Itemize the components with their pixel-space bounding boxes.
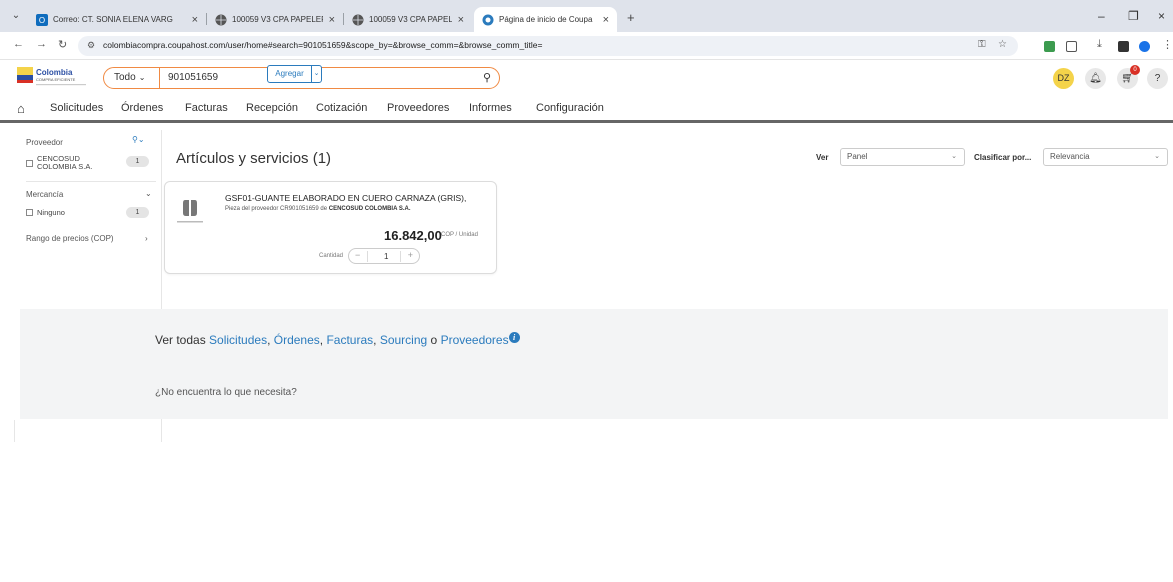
quantity-input[interactable]: 1 [384,252,388,261]
nav-orders[interactable]: Órdenes [121,102,163,114]
item-supplier-line: Pieza del proveedor CR901051659 de CENCO… [225,206,411,212]
sort-label: Clasificar por... [974,153,1032,162]
user-avatar[interactable]: DZ [1053,68,1074,89]
item-thumbnail[interactable] [175,194,205,228]
coupa-icon [482,14,494,25]
chevron-down-icon: ⌄ [138,73,146,82]
chevron-right-icon[interactable]: › [145,234,148,243]
close-icon[interactable]: × [603,14,609,26]
item-title[interactable]: GSF01-GUANTE ELABORADO EN CUERO CARNAZA … [225,193,466,203]
not-found-text: ¿No encuentra lo que necesita? [155,387,297,398]
filter-price-range-title[interactable]: Rango de precios (COP) [26,234,114,243]
browser-tab-papeleria-1[interactable]: 100059 V3 CPA PAPELERIA 19 × [207,7,343,32]
search-help-panel [20,309,1168,419]
browser-tab-coupa[interactable]: Página de inicio de Coupa × [474,7,617,32]
globe-icon [215,14,227,25]
svg-text:O: O [39,16,45,25]
close-icon[interactable]: × [192,14,198,26]
sidepanel-icon[interactable] [1118,41,1129,52]
restore-icon[interactable]: ❐ [1128,9,1139,23]
tab-search-icon[interactable]: ⌄ [8,9,24,23]
browser-tab-mail[interactable]: O Correo: CT. SONIA ELENA VARG × [28,7,206,32]
nav-sourcing[interactable]: Cotización [316,102,367,114]
link-suppliers[interactable]: Proveedores [441,333,509,347]
forward-icon[interactable]: → [36,38,47,50]
globe-icon [352,14,364,25]
nav-setup[interactable]: Configuración [536,102,604,114]
close-icon[interactable]: × [329,14,335,26]
nav-suppliers[interactable]: Proveedores [387,102,449,114]
add-options-dropdown[interactable]: ⌄ [311,65,322,83]
view-all-line: Ver todas Solicitudes, Órdenes, Facturas… [155,332,520,347]
item-price: 16.842,00 [384,228,442,243]
menu-dots-icon[interactable]: ⋮ [1162,38,1173,51]
item-card[interactable]: GSF01-GUANTE ELABORADO EN CUERO CARNAZA … [164,181,497,274]
quantity-stepper[interactable]: − 1 + [348,248,420,264]
nav-receiving[interactable]: Recepción [246,102,298,114]
download-icon[interactable]: ⤓ [1097,38,1102,51]
site-info-icon[interactable]: ⚙ [87,40,95,51]
search-icon[interactable]: ⚲ [483,71,491,84]
search-scope-dropdown[interactable]: Todo ⌄ [104,68,160,88]
minimize-icon[interactable]: – [1098,9,1105,23]
nav-invoices[interactable]: Facturas [185,102,228,114]
quantity-label: Cantidad [319,253,344,259]
notifications-bell-icon[interactable]: 🔔︎ [1085,68,1106,89]
checkbox[interactable] [26,159,33,167]
chevron-down-icon: ⌄ [1154,153,1160,160]
nav-reports[interactable]: Informes [469,102,512,114]
filter-search-icon[interactable]: ⚲⌄ [132,135,145,144]
cart-count-badge: 0 [1130,65,1140,75]
sort-select[interactable]: Relevancia ⌄ [1043,148,1168,166]
profile-icon[interactable] [1139,41,1150,52]
nav-requisitions[interactable]: Solicitudes [50,102,103,114]
link-requisitions[interactable]: Solicitudes [209,333,267,347]
browser-toolbar: ← → ↻ ⚙ colombiacompra.coupahost.com/use… [0,32,1173,60]
main-navigation: ⌂ Solicitudes Órdenes Facturas Recepción… [0,96,1173,123]
colombia-compra-logo[interactable]: Colombia COMPRA EFICIENTE [17,65,87,91]
close-window-icon[interactable]: × [1158,9,1165,23]
extension-icon[interactable] [1044,41,1055,52]
close-icon[interactable]: × [458,14,464,26]
address-bar[interactable]: ⚙ colombiacompra.coupahost.com/user/home… [78,36,1018,56]
outlook-icon: O [36,13,48,26]
chevron-down-icon: ⌄ [951,153,957,160]
app-header: Colombia COMPRA EFICIENTE Todo ⌄ 90105165… [0,60,1173,96]
reload-icon[interactable]: ↻ [58,38,67,51]
view-select[interactable]: Panel ⌄ [840,148,965,166]
checkbox[interactable] [26,209,33,216]
item-unit: COP / Unidad [441,232,478,238]
back-icon[interactable]: ← [13,38,24,50]
filter-commodity-option[interactable]: Ninguno [26,208,65,217]
bookmark-star-icon[interactable]: ☆ [998,39,1007,50]
link-orders[interactable]: Órdenes [274,333,320,347]
increment-button[interactable]: + [408,250,413,260]
filter-supplier-option[interactable]: CENCOSUD COLOMBIA S.A. [26,155,106,171]
filter-count-badge: 1 [126,156,149,167]
search-input[interactable]: 901051659 [168,68,218,88]
new-tab-icon[interactable]: + [627,10,635,25]
url-text[interactable]: colombiacompra.coupahost.com/user/home#s… [103,40,542,50]
filter-commodity-title: Mercancía [26,190,64,199]
add-to-cart-button[interactable]: Agregar [267,65,312,83]
link-sourcing[interactable]: Sourcing [380,333,427,347]
key-icon[interactable]: ⚿ [978,39,986,50]
filter-count-badge: 1 [126,207,149,218]
decrement-button[interactable]: − [355,250,360,260]
info-icon[interactable]: i [508,332,520,343]
view-label: Ver [816,153,829,162]
chevron-down-icon[interactable]: ⌄ [145,189,152,198]
link-invoices[interactable]: Facturas [326,333,373,347]
filter-supplier-title: Proveedor [26,138,63,147]
help-button[interactable]: ? [1147,68,1168,89]
browser-tab-papeleria-2[interactable]: 100059 V3 CPA PAPELERIA 19 × [344,7,472,32]
extensions-puzzle-icon[interactable] [1066,41,1077,52]
svg-text:Colombia: Colombia [36,68,73,77]
svg-text:COMPRA EFICIENTE: COMPRA EFICIENTE [36,77,76,82]
home-icon[interactable]: ⌂ [17,101,25,116]
results-title: Artículos y servicios (1) [176,150,332,167]
browser-tab-strip: ⌄ O Correo: CT. SONIA ELENA VARG × 10005… [0,0,1173,32]
